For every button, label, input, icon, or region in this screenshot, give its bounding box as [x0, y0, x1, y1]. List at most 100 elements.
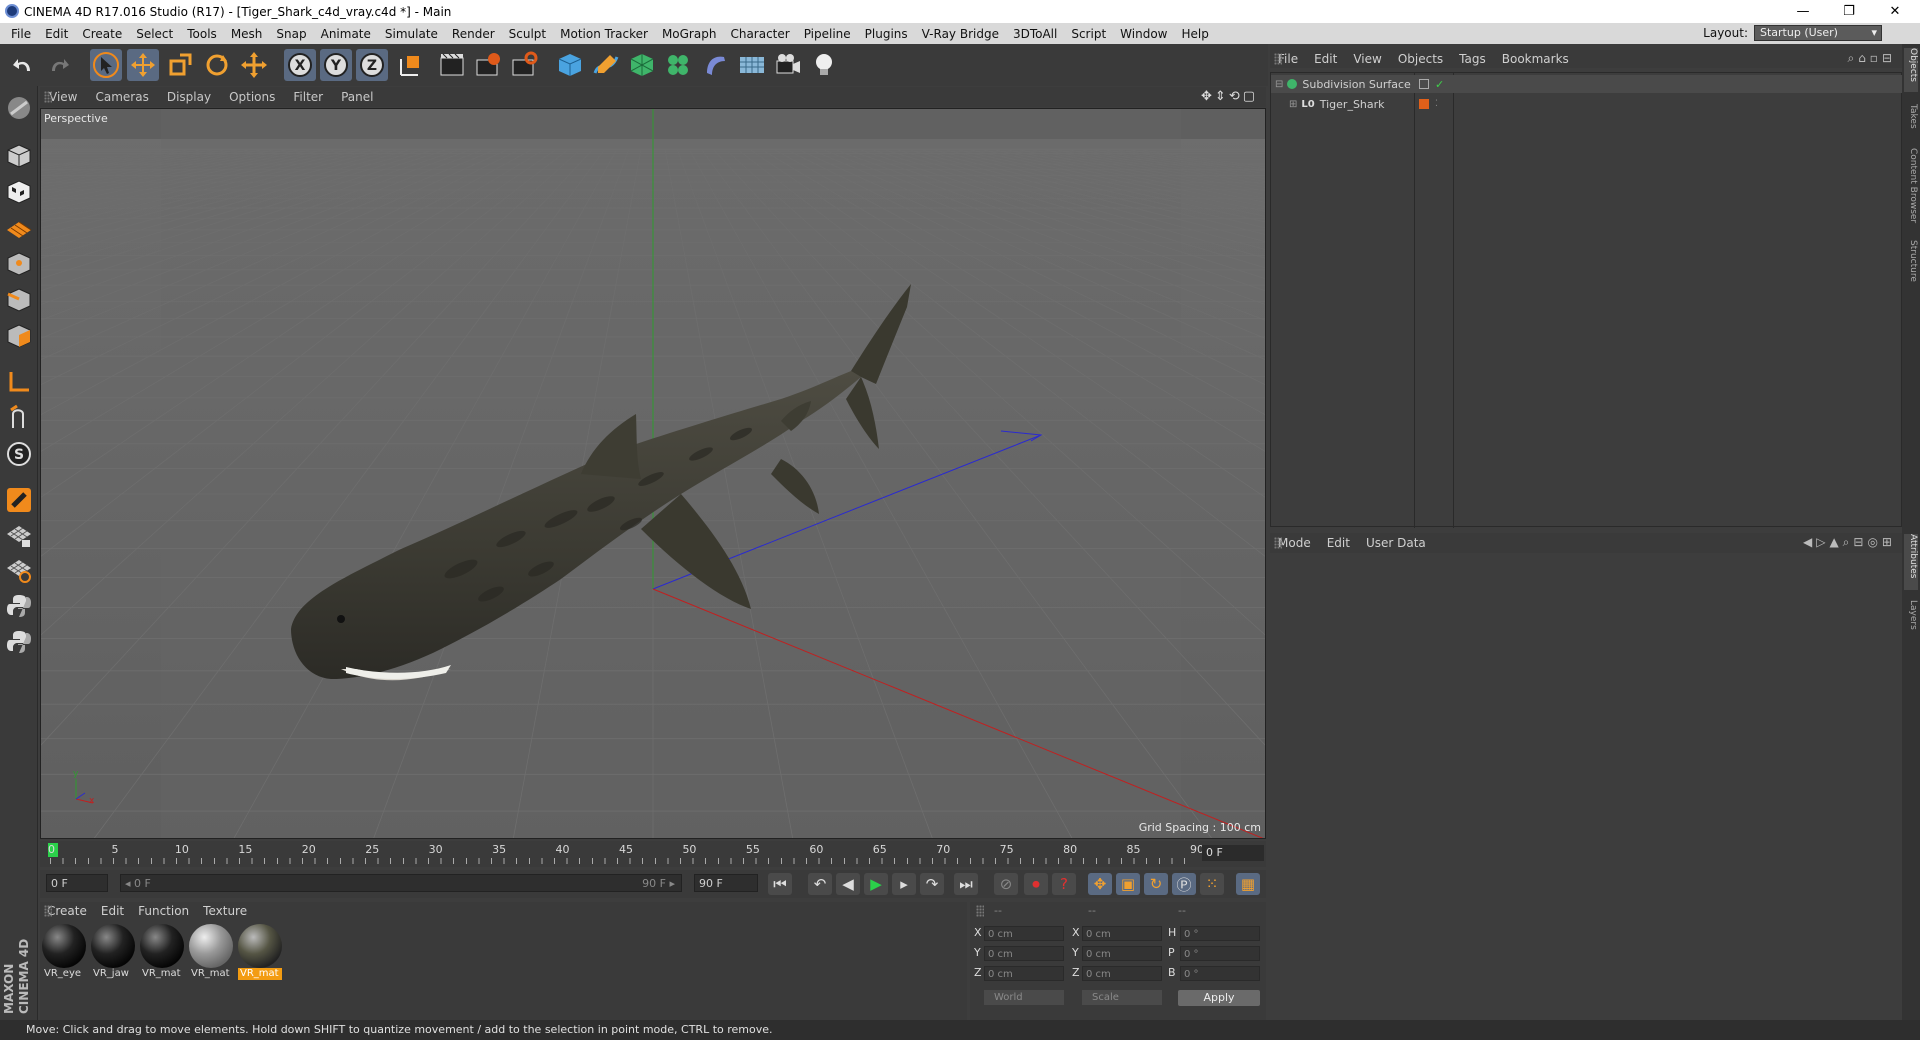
menu-select[interactable]: Select — [129, 27, 180, 41]
model-mode-icon[interactable] — [3, 140, 35, 172]
size-x-field[interactable]: 0 cm — [1082, 926, 1162, 941]
material-menu-function[interactable]: Function — [131, 904, 196, 918]
object-row[interactable]: ⊟ Subdivision Surface ✓ — [1271, 75, 1903, 93]
rotation-b-field[interactable]: 0 ° — [1180, 966, 1260, 981]
select-arrow-icon[interactable] — [90, 49, 122, 81]
redo-icon[interactable] — [42, 49, 74, 81]
viewport-menu-options[interactable]: Options — [220, 90, 284, 104]
key-scale-icon[interactable]: ▣ — [1116, 873, 1140, 895]
range-slider[interactable]: ◂ 0 F 90 F ▸ — [120, 874, 682, 892]
subdivision-icon[interactable] — [626, 49, 658, 81]
layout-select[interactable]: Startup (User) — [1754, 25, 1882, 41]
menu-mograph[interactable]: MoGraph — [655, 27, 724, 41]
cube-icon[interactable] — [554, 49, 586, 81]
menu-plugins[interactable]: Plugins — [858, 27, 915, 41]
cloner-icon[interactable] — [662, 49, 694, 81]
next-frame-icon[interactable]: ▸ — [892, 873, 916, 895]
end-frame-field[interactable]: 90 F — [694, 874, 758, 892]
material-menu-texture[interactable]: Texture — [196, 904, 254, 918]
objects-menu-edit[interactable]: Edit — [1306, 52, 1345, 66]
close-button[interactable]: ✕ — [1872, 0, 1918, 23]
attribute-nav-icons[interactable]: ◀▷▲⌕⊟◎⊞ — [1803, 535, 1896, 550]
menu-edit[interactable]: Edit — [38, 27, 75, 41]
world-coord-icon[interactable] — [394, 49, 426, 81]
position-y-field[interactable]: 0 cm — [984, 946, 1064, 961]
workplane-lock-icon[interactable] — [3, 520, 35, 552]
panel-grip-icon[interactable] — [44, 91, 52, 103]
tab-structure[interactable]: Structure — [1904, 240, 1918, 290]
menu-3dtoall[interactable]: 3DToAll — [1006, 27, 1064, 41]
tab-objects[interactable]: Objects — [1904, 48, 1918, 92]
panel-grip-icon[interactable] — [1274, 53, 1282, 65]
material-item[interactable]: VR_mat — [189, 924, 233, 982]
menu-vray-bridge[interactable]: V-Ray Bridge — [915, 27, 1006, 41]
floor-icon[interactable] — [736, 49, 768, 81]
light-icon[interactable] — [808, 49, 840, 81]
size-y-field[interactable]: 0 cm — [1082, 946, 1162, 961]
start-frame-field[interactable]: 0 F — [46, 874, 108, 892]
python-script-icon[interactable] — [3, 626, 35, 658]
enabled-check-icon[interactable]: ✓ — [1435, 78, 1444, 91]
timeline-window-icon[interactable]: ▦ — [1236, 873, 1260, 895]
workplane-snap-icon[interactable] — [3, 554, 35, 586]
viewport-menu-filter[interactable]: Filter — [284, 90, 332, 104]
objects-menu-objects[interactable]: Objects — [1390, 52, 1451, 66]
make-editable-icon[interactable] — [3, 92, 35, 124]
python-icon[interactable] — [3, 590, 35, 622]
menu-file[interactable]: File — [4, 27, 38, 41]
panel-grip-icon[interactable] — [1274, 537, 1282, 549]
key-parameter-icon[interactable]: Ⓟ — [1172, 873, 1196, 895]
camera-icon[interactable] — [772, 49, 804, 81]
visibility-dots-icon[interactable]: ⁚ — [1435, 99, 1438, 109]
size-mode-dropdown[interactable]: Scale — [1082, 990, 1162, 1005]
viewport-nav-icons[interactable]: ✥⇕⟲▢ — [1201, 89, 1258, 104]
apply-button[interactable]: Apply — [1178, 990, 1260, 1006]
edges-mode-icon[interactable] — [3, 284, 35, 316]
objects-menu-view[interactable]: View — [1345, 52, 1389, 66]
render-settings-icon[interactable] — [508, 49, 540, 81]
material-item[interactable]: VR_mat — [140, 924, 184, 982]
goto-end-icon[interactable]: ⏭ — [954, 873, 978, 895]
tab-takes[interactable]: Takes — [1904, 104, 1918, 134]
collapse-icon[interactable]: ⊟ — [1275, 79, 1283, 90]
deformer-icon[interactable] — [700, 49, 732, 81]
menu-window[interactable]: Window — [1113, 27, 1174, 41]
move-icon[interactable] — [127, 49, 159, 81]
material-item[interactable]: VR_mat — [238, 924, 282, 982]
objects-menu-bookmarks[interactable]: Bookmarks — [1494, 52, 1577, 66]
menu-pipeline[interactable]: Pipeline — [797, 27, 858, 41]
tweak-mode-icon[interactable] — [3, 402, 35, 434]
scale-icon[interactable] — [164, 49, 196, 81]
y-axis-icon[interactable]: Y — [320, 49, 352, 81]
material-item[interactable]: VR_eye — [42, 924, 86, 982]
menu-tools[interactable]: Tools — [180, 27, 224, 41]
x-axis-icon[interactable]: X — [284, 49, 316, 81]
render-view-icon[interactable] — [436, 49, 468, 81]
tab-layers[interactable]: Layers — [1904, 600, 1918, 636]
pen-icon[interactable] — [590, 49, 622, 81]
expand-icon[interactable]: ⊞ — [1289, 99, 1297, 110]
attributes-menu-edit[interactable]: Edit — [1319, 536, 1358, 550]
coord-space-dropdown[interactable]: World — [984, 990, 1064, 1005]
texture-mode-icon[interactable] — [3, 176, 35, 208]
rotation-h-field[interactable]: 0 ° — [1180, 926, 1260, 941]
viewport-menu-panel[interactable]: Panel — [332, 90, 382, 104]
live-select-icon[interactable] — [238, 49, 270, 81]
maximize-button[interactable]: ❐ — [1826, 0, 1872, 23]
object-manager-tool-icons[interactable]: ⌕⌂▫⊟ — [1847, 51, 1896, 66]
tab-content-browser[interactable]: Content Browser — [1904, 148, 1918, 228]
keyframe-selection-icon[interactable]: ? — [1052, 873, 1076, 895]
next-key-icon[interactable]: ↷ — [920, 873, 944, 895]
undo-icon[interactable] — [8, 49, 40, 81]
menu-mesh[interactable]: Mesh — [224, 27, 270, 41]
goto-start-icon[interactable]: ⏮ — [768, 873, 792, 895]
attributes-menu-user-data[interactable]: User Data — [1358, 536, 1434, 550]
autokey-icon[interactable]: ⏺ — [1024, 873, 1048, 895]
material-tag-icon[interactable] — [1419, 99, 1429, 109]
menu-sculpt[interactable]: Sculpt — [502, 27, 553, 41]
z-axis-icon[interactable]: Z — [356, 49, 388, 81]
play-icon[interactable]: ▶ — [864, 873, 888, 895]
menu-snap[interactable]: Snap — [269, 27, 313, 41]
key-pla-icon[interactable]: ⁙ — [1200, 873, 1224, 895]
object-row[interactable]: ⊞ L0 Tiger_Shark ⁚ — [1271, 95, 1903, 113]
